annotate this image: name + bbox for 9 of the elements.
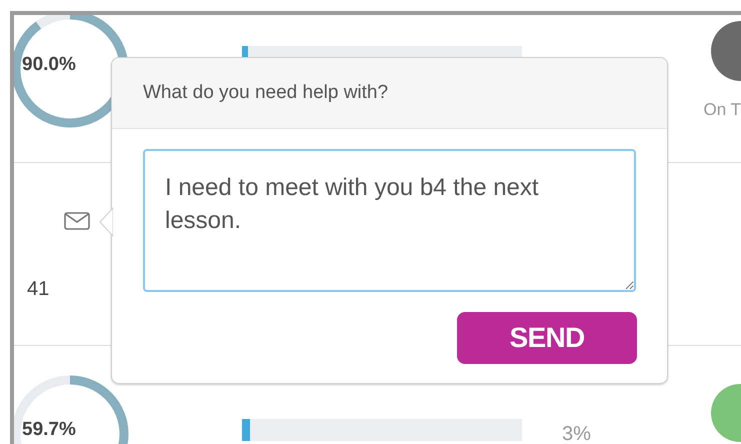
count-text: 41 [27, 277, 50, 302]
score-text: 90.0% [22, 53, 76, 77]
status-text: On T [704, 99, 741, 121]
send-button[interactable]: SEND [457, 312, 637, 364]
percent-text: 3% [562, 422, 591, 444]
mail-icon[interactable] [64, 212, 90, 230]
score-text: 59.7% [22, 418, 76, 442]
message-field[interactable]: I need to meet with you b4 the next lesson. [143, 149, 636, 292]
popover-title: What do you need help with? [143, 80, 388, 105]
